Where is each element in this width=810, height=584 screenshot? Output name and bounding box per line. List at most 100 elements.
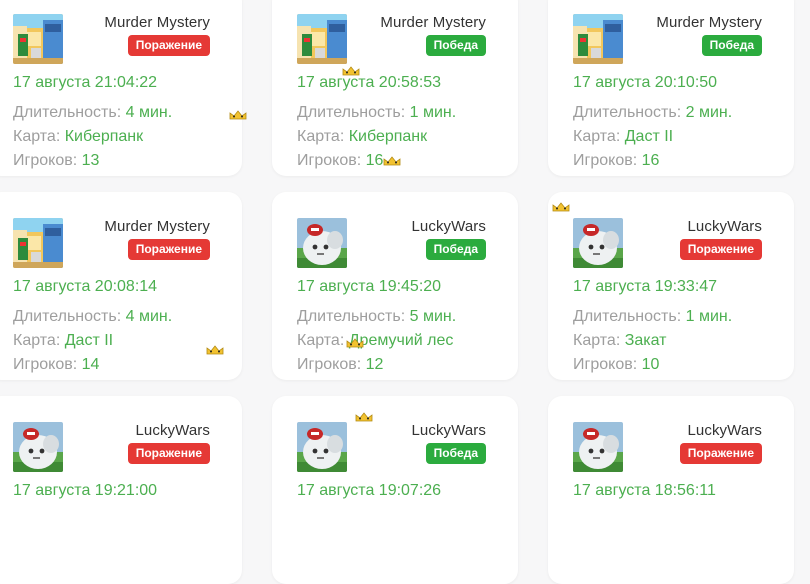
players-value: 10 [641,356,660,373]
game-mode-title: Murder Mystery [656,14,762,31]
map-label: Карта: [13,128,65,145]
result-badge: Поражение [127,239,210,260]
map-row: Карта: Даст II [13,329,172,353]
game-mode-title: LuckyWars [687,218,762,235]
map-label: Карта: [573,128,625,145]
luckywars-thumbnail [297,422,347,472]
players-row: Игроков: 12 [297,353,456,377]
players-label: Игроков: [573,152,642,169]
duration-label: Длительность: [13,308,126,325]
crown-icon [383,156,401,166]
luckywars-thumbnail [573,218,623,268]
match-date: 17 августа 19:33:47 [573,278,718,295]
crown-icon [552,202,570,212]
luckywars-thumbnail [573,422,623,472]
duration-row: Длительность: 5 мин. [297,305,456,329]
match-card[interactable]: LuckyWars Поражение 17 августа 18:56:11 [548,396,794,584]
duration-row: Длительность: 2 мин. [573,101,732,125]
luckywars-thumbnail [297,218,347,268]
map-label: Карта: [297,332,349,349]
duration-value: 5 мин. [409,308,457,325]
match-card[interactable]: Murder Mystery Поражение 17 августа 21:0… [0,0,242,176]
match-card[interactable]: LuckyWars Поражение 17 августа 19:21:00 [0,396,242,584]
players-label: Игроков: [297,152,366,169]
players-value: 14 [81,356,100,373]
match-date: 17 августа 20:10:50 [573,74,718,91]
game-mode-title: Murder Mystery [380,14,486,31]
match-history-grid: Murder Mystery Поражение 17 августа 21:0… [0,0,794,584]
game-mode-title: Murder Mystery [104,14,210,31]
match-date: 17 августа 20:08:14 [13,278,158,295]
duration-label: Длительность: [573,308,686,325]
game-mode-title: LuckyWars [687,422,762,439]
map-value: Даст II [624,128,674,145]
game-mode-title: LuckyWars [411,422,486,439]
match-details: Длительность: 2 мин. Карта: Даст II Игро… [573,101,732,173]
map-row: Карта: Киберпанк [297,125,456,149]
murder-mystery-thumbnail [297,14,347,64]
result-badge: Поражение [127,35,210,56]
duration-row: Длительность: 4 мин. [13,305,172,329]
murder-mystery-thumbnail [573,14,623,64]
luckywars-thumbnail [13,422,63,472]
duration-value: 1 мин. [409,104,457,121]
players-row: Игроков: 14 [13,353,172,377]
result-badge: Поражение [127,443,210,464]
match-details: Длительность: 1 мин. Карта: Киберпанк Иг… [297,101,456,173]
match-card[interactable]: Murder Mystery Победа 17 августа 20:58:5… [272,0,518,176]
map-row: Карта: Киберпанк [13,125,172,149]
map-value: Киберпанк [348,128,428,145]
duration-label: Длительность: [297,104,410,121]
match-details: Длительность: 1 мин. Карта: Закат Игроко… [573,305,732,377]
players-row: Игроков: 13 [13,149,172,173]
map-value: Киберпанк [64,128,144,145]
map-label: Карта: [13,332,65,349]
duration-label: Длительность: [573,104,686,121]
map-row: Карта: Даст II [573,125,732,149]
match-date: 17 августа 21:04:22 [13,74,158,91]
game-mode-title: Murder Mystery [104,218,210,235]
result-badge: Победа [425,443,486,464]
map-row: Карта: Закат [573,329,732,353]
game-mode-title: LuckyWars [135,422,210,439]
match-card[interactable]: LuckyWars Поражение 17 августа 19:33:47 … [548,192,794,380]
murder-mystery-thumbnail [13,218,63,268]
players-label: Игроков: [13,152,82,169]
match-date: 17 августа 19:07:26 [297,482,442,499]
crown-icon [206,345,224,355]
map-row: Карта: Дремучий лес [297,329,456,353]
crown-icon [229,110,247,120]
map-value: Даст II [64,332,114,349]
duration-row: Длительность: 4 мин. [13,101,172,125]
duration-value: 4 мин. [125,308,173,325]
players-value: 12 [365,356,384,373]
duration-value: 4 мин. [125,104,173,121]
match-card[interactable]: LuckyWars Победа 17 августа 19:07:26 [272,396,518,584]
match-card[interactable]: LuckyWars Победа 17 августа 19:45:20 Дли… [272,192,518,380]
map-label: Карта: [573,332,625,349]
crown-icon [346,338,364,348]
players-label: Игроков: [573,356,642,373]
players-value: 13 [81,152,100,169]
players-value: 16 [641,152,660,169]
crown-icon [342,66,360,76]
match-details: Длительность: 5 мин. Карта: Дремучий лес… [297,305,456,377]
result-badge: Победа [425,239,486,260]
players-label: Игроков: [297,356,366,373]
players-value: 16 [365,152,384,169]
result-badge: Поражение [679,239,762,260]
result-badge: Поражение [679,443,762,464]
map-value: Закат [624,332,667,349]
match-details: Длительность: 4 мин. Карта: Киберпанк Иг… [13,101,172,173]
map-label: Карта: [297,128,349,145]
match-card[interactable]: Murder Mystery Победа 17 августа 20:10:5… [548,0,794,176]
murder-mystery-thumbnail [13,14,63,64]
match-date: 17 августа 19:21:00 [13,482,158,499]
duration-value: 2 мин. [685,104,733,121]
result-badge: Победа [701,35,762,56]
players-row: Игроков: 16 [297,149,456,173]
map-value: Дремучий лес [348,332,454,349]
match-date: 17 августа 20:58:53 [297,74,442,91]
duration-row: Длительность: 1 мин. [573,305,732,329]
duration-row: Длительность: 1 мин. [297,101,456,125]
